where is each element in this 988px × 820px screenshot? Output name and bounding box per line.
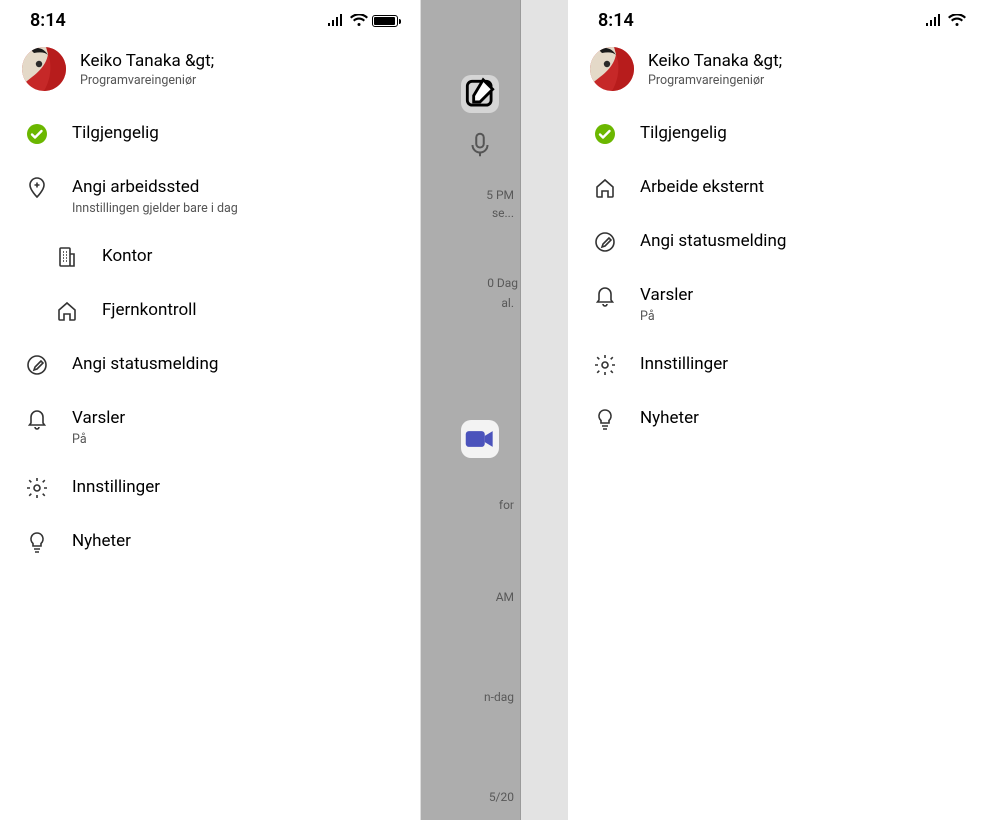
background-chat-strip: 5 PM se... 0 Dag al. for AM n-dag 5/20: [420, 0, 568, 820]
menu-notifications-right[interactable]: Varsler På: [568, 269, 988, 338]
menu-available-label: Tilgjengelig: [72, 122, 159, 144]
bell-icon: [24, 406, 50, 432]
menu-notifications-sub-right: På: [640, 309, 693, 324]
status-time: 8:14: [30, 10, 66, 31]
menu-status-message-label-right: Angi statusmelding: [640, 230, 786, 252]
lightbulb-icon: [24, 529, 50, 555]
menu-left: Tilgjengelig Angi arbeidssted Innstillin…: [0, 99, 420, 577]
home-icon: [54, 298, 80, 324]
bg-text-time1: 5 PM: [486, 188, 514, 202]
status-bar-right: 8:14: [568, 0, 988, 35]
avatar: [22, 47, 66, 91]
menu-status-message-right[interactable]: Angi statusmelding: [568, 215, 988, 269]
status-time-right: 8:14: [598, 10, 634, 31]
menu-right: Tilgjengelig Arbeide eksternt Angi statu…: [568, 99, 988, 454]
menu-settings-label: Innstillinger: [72, 476, 160, 498]
menu-work-remote-label: Arbeide eksternt: [640, 176, 764, 198]
menu-settings[interactable]: Innstillinger: [0, 461, 420, 515]
menu-status-message[interactable]: Angi statusmelding: [0, 338, 420, 392]
available-icon: [592, 121, 618, 147]
mic-icon: [465, 130, 495, 160]
bg-text-line4: n-dag: [484, 690, 514, 704]
lightbulb-icon: [592, 406, 618, 432]
avatar: [590, 47, 634, 91]
status-message-icon: [24, 352, 50, 378]
bg-text-line3: for: [499, 498, 514, 512]
set-location-icon: [24, 175, 50, 201]
menu-status-message-label: Angi statusmelding: [72, 353, 218, 375]
cellular-icon: [326, 14, 346, 28]
status-icons: [326, 14, 398, 28]
gear-icon: [24, 475, 50, 501]
office-icon: [54, 244, 80, 270]
left-panel: 8:14 Keiko Tanaka &gt; Programvareingeni…: [0, 0, 420, 820]
bg-text-day1: 0: [487, 276, 494, 290]
bg-text-day1b: Dag: [497, 276, 518, 290]
menu-remote[interactable]: Fjernkontroll: [0, 284, 420, 338]
bell-icon: [592, 283, 618, 309]
gutter: [520, 0, 568, 820]
menu-available-label-right: Tilgjengelig: [640, 122, 727, 144]
menu-notifications-sub: På: [72, 432, 125, 447]
wifi-icon: [948, 14, 966, 28]
profile-name-right: Keiko Tanaka &gt;: [648, 51, 782, 71]
menu-notifications-label: Varsler: [72, 407, 125, 429]
compose-button[interactable]: [461, 75, 499, 113]
status-icons-right: [924, 14, 966, 28]
menu-set-location[interactable]: Angi arbeidssted Innstillingen gjelder b…: [0, 161, 420, 230]
menu-whatsnew-label: Nyheter: [72, 530, 131, 552]
profile-role: Programvareingeniør: [80, 73, 214, 88]
bg-text-line1: se...: [492, 206, 514, 220]
menu-notifications-label-right: Varsler: [640, 284, 693, 306]
menu-whatsnew[interactable]: Nyheter: [0, 515, 420, 569]
menu-remote-label: Fjernkontroll: [102, 299, 196, 321]
mic-button[interactable]: [465, 130, 495, 160]
menu-whatsnew-label-right: Nyheter: [640, 407, 699, 429]
available-icon: [24, 121, 50, 147]
bg-text-line2: al.: [501, 296, 514, 310]
bg-text-time2: AM: [496, 590, 514, 604]
bg-text-line5: 5/20: [489, 790, 514, 804]
status-message-icon: [592, 229, 618, 255]
video-icon-badge: [461, 420, 499, 458]
menu-set-location-label: Angi arbeidssted: [72, 176, 238, 198]
profile-row-right[interactable]: Keiko Tanaka &gt; Programvareingeniør: [568, 35, 988, 99]
battery-icon: [372, 15, 398, 27]
menu-notifications[interactable]: Varsler På: [0, 392, 420, 461]
menu-work-remote[interactable]: Arbeide eksternt: [568, 161, 988, 215]
compose-icon: [461, 75, 499, 113]
profile-role-right: Programvareingeniør: [648, 73, 782, 88]
menu-whatsnew-right[interactable]: Nyheter: [568, 392, 988, 446]
cellular-icon: [924, 14, 944, 28]
right-panel: 8:14 Keiko Tanaka &gt; Programvareingeni…: [568, 0, 988, 820]
video-icon: [461, 420, 499, 458]
menu-settings-right[interactable]: Innstillinger: [568, 338, 988, 392]
menu-set-location-sub: Innstillingen gjelder bare i dag: [72, 201, 238, 216]
menu-available[interactable]: Tilgjengelig: [0, 107, 420, 161]
gear-icon: [592, 352, 618, 378]
home-icon: [592, 175, 618, 201]
menu-office-label: Kontor: [102, 245, 152, 267]
menu-settings-label-right: Innstillinger: [640, 353, 728, 375]
menu-available-right[interactable]: Tilgjengelig: [568, 107, 988, 161]
profile-row[interactable]: Keiko Tanaka &gt; Programvareingeniør: [0, 35, 420, 99]
profile-name: Keiko Tanaka &gt;: [80, 51, 214, 71]
status-bar: 8:14: [0, 0, 420, 35]
menu-office[interactable]: Kontor: [0, 230, 420, 284]
wifi-icon: [350, 14, 368, 28]
